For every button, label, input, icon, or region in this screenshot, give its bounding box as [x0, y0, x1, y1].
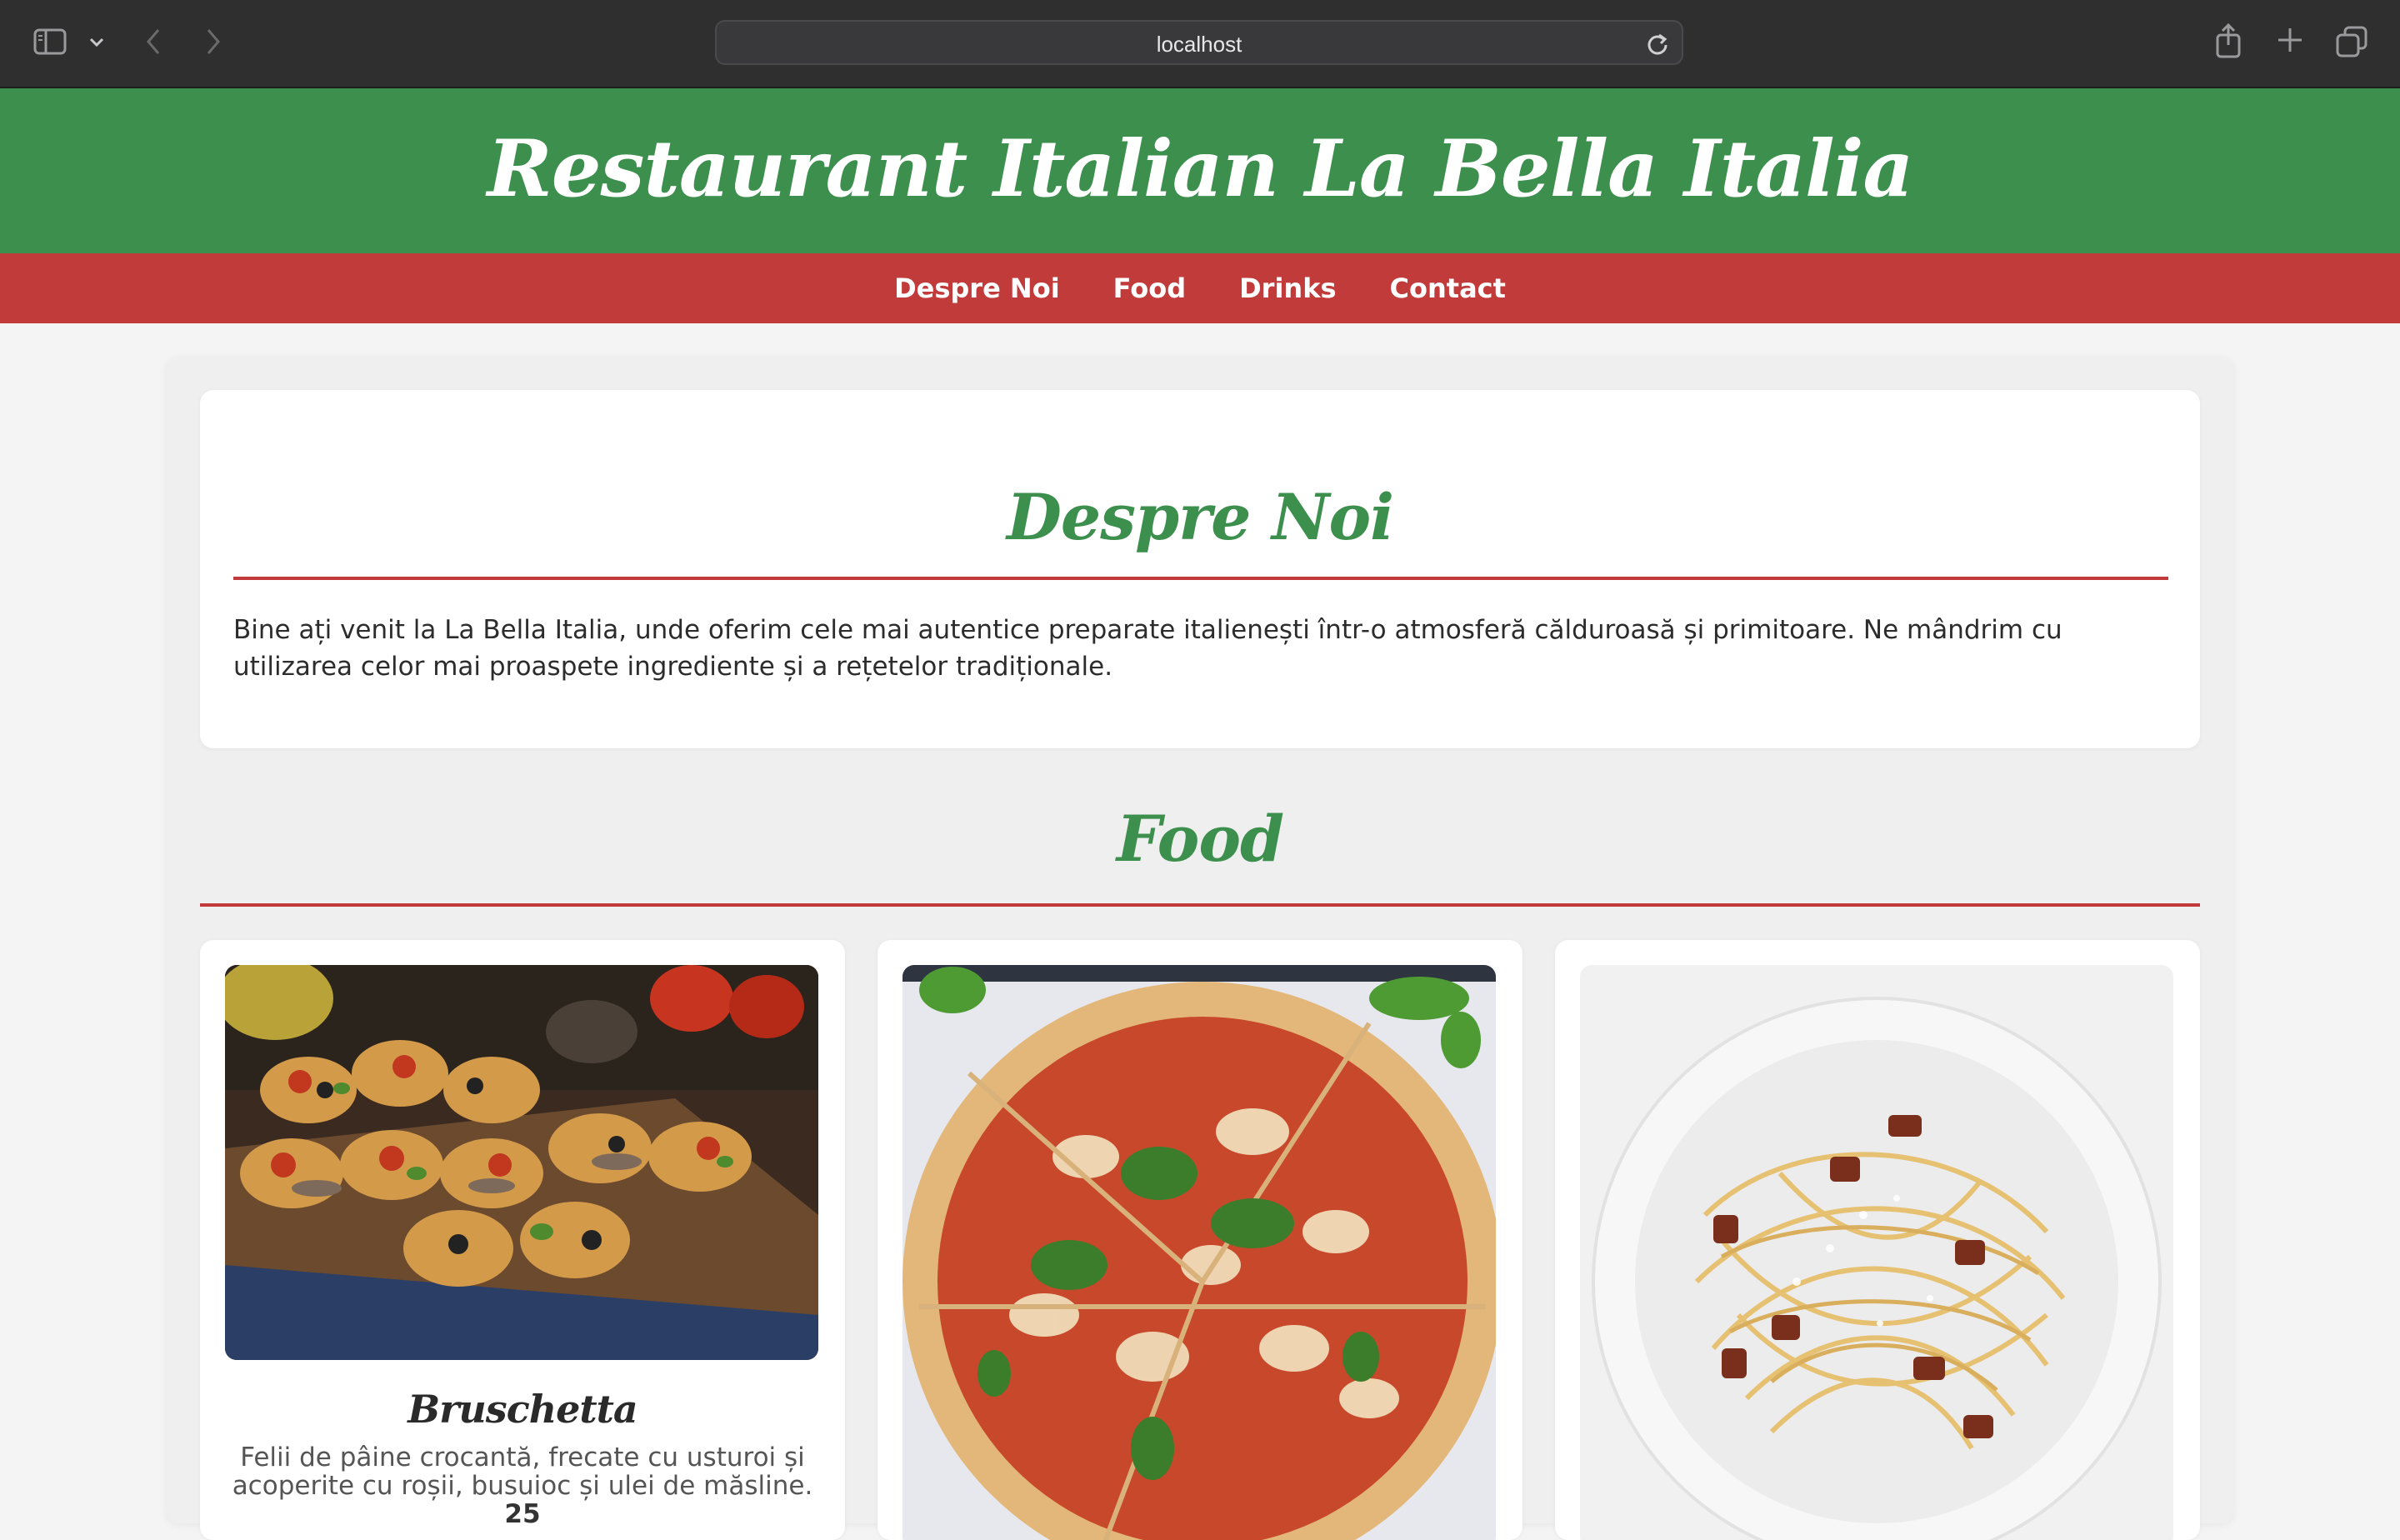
share-icon[interactable] [2213, 22, 2243, 60]
reload-icon[interactable] [1645, 30, 1670, 57]
bruschetta-image [225, 965, 818, 1360]
about-divider [233, 577, 2168, 580]
bruschetta-price: 25 [504, 1499, 541, 1529]
pizza-image [902, 965, 1496, 1540]
food-card-pasta [1555, 940, 2200, 1540]
pasta-image [1580, 965, 2173, 1540]
forward-arrow-icon[interactable] [200, 25, 225, 58]
about-text: Bine ați venit la La Bella Italia, unde … [233, 615, 2062, 682]
nav-link-food[interactable]: Food [1113, 253, 1186, 323]
site-header: Restaurant Italian La Bella Italia [0, 88, 2400, 253]
bruschetta-description-text: Felii de pâine crocantă, frecate cu ustu… [232, 1442, 813, 1501]
nav-link-drinks[interactable]: Drinks [1239, 253, 1336, 323]
about-section: Despre Noi Bine ați venit la La Bella It… [200, 390, 2200, 748]
tabs-overview-icon[interactable] [2335, 25, 2368, 58]
sidebar-icon[interactable] [33, 28, 67, 55]
browser-toolbar: localhost [0, 0, 2400, 88]
address-text: localhost [1156, 32, 1242, 57]
new-tab-icon[interactable] [2275, 25, 2305, 55]
nav-link-despre-noi[interactable]: Despre Noi [894, 253, 1060, 323]
about-heading: Despre Noi [1006, 480, 1394, 554]
chevron-down-icon[interactable] [87, 30, 107, 53]
nav-link-contact[interactable]: Contact [1390, 253, 1506, 323]
bruschetta-title: Bruschetta [408, 1387, 638, 1432]
address-bar[interactable]: localhost [715, 20, 1683, 65]
bruschetta-description: Felii de pâine crocantă, frecate cu ustu… [225, 1443, 820, 1528]
site-title: Restaurant Italian La Bella Italia [487, 123, 1914, 215]
food-card-pizza [878, 940, 1522, 1540]
food-heading: Food [1116, 802, 1284, 876]
back-arrow-icon[interactable] [142, 25, 167, 58]
food-card-bruschetta: Bruschetta Felii de pâine crocantă, frec… [200, 940, 845, 1540]
food-divider [200, 903, 2200, 907]
main-nav: Despre Noi Food Drinks Contact [0, 253, 2400, 323]
